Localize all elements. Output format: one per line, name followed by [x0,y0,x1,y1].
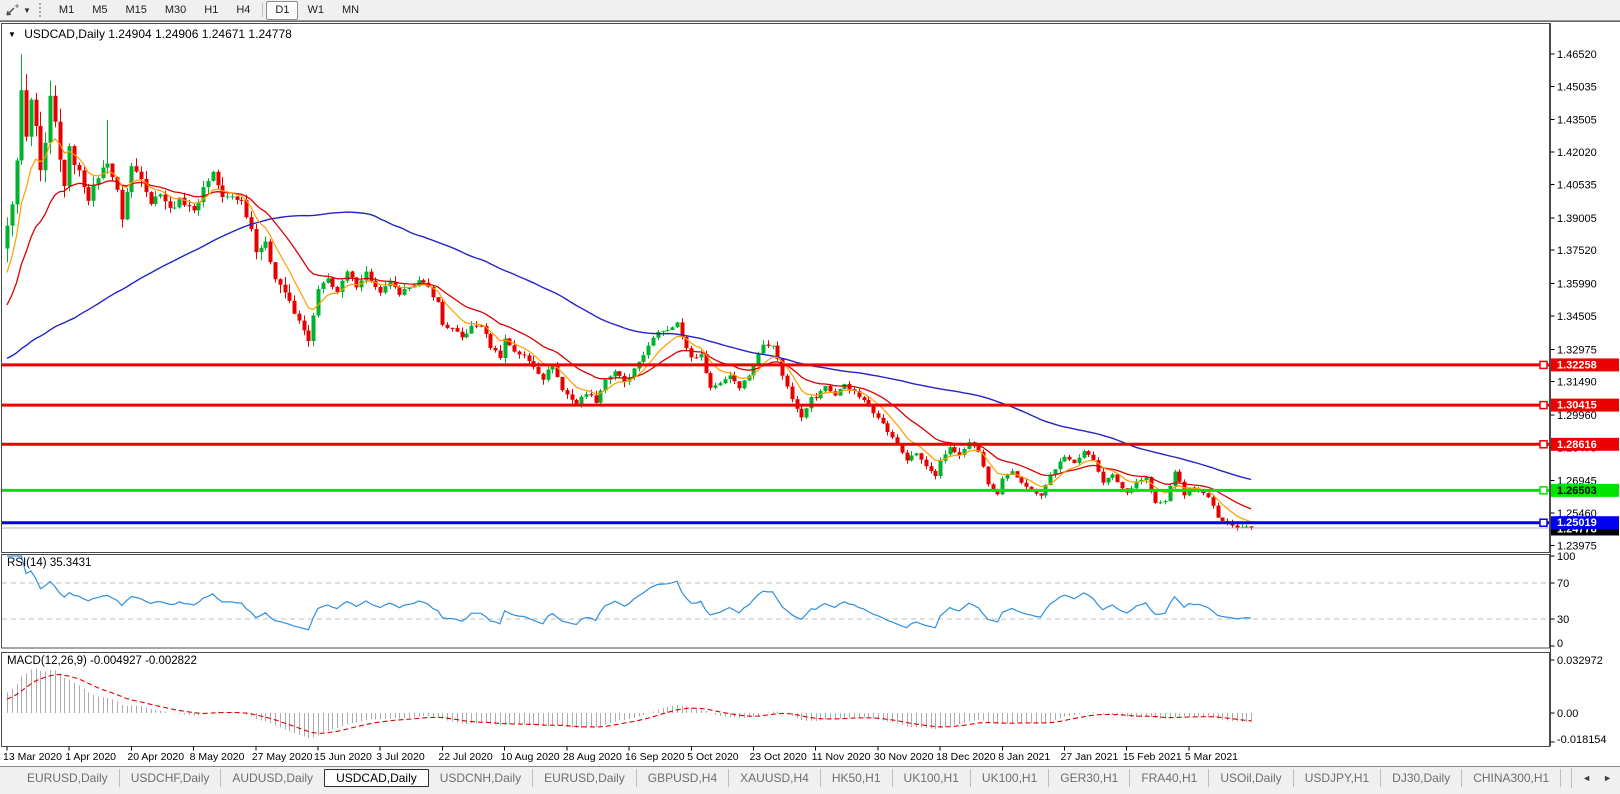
timeframe-button-M15[interactable]: M15 [116,1,155,20]
top-toolbar: ▼ M1M5M15M30H1H4 D1W1MN [0,0,1620,21]
toolbar-grip[interactable] [39,3,44,17]
svg-text:15 Feb 2021: 15 Feb 2021 [1123,751,1182,763]
symbol-tab-USDJPY-H1[interactable]: USDJPY,H1 [1293,769,1380,787]
svg-text:1.30415: 1.30415 [1557,400,1597,412]
symbol-tab-USDCHF-Daily[interactable]: USDCHF,Daily [119,769,221,787]
svg-text:1.26503: 1.26503 [1557,485,1597,497]
chart-symbol-period: USDCAD,Daily [24,27,105,41]
symbol-tab-XAUUSD-H4[interactable]: XAUUSD,H4 [728,769,820,787]
crosshair-tool-icon[interactable] [5,3,21,18]
symbol-tab-AUDUSD-Daily[interactable]: AUDUSD,Daily [220,769,324,787]
status-strip [0,788,1620,794]
svg-text:8 Jan 2021: 8 Jan 2021 [998,751,1050,763]
timeframe-button-W1[interactable]: W1 [298,1,333,20]
svg-text:1.31490: 1.31490 [1557,377,1597,389]
macd-indicator-label: MACD(12,26,9) -0.004927 -0.002822 [7,655,197,667]
svg-text:1.45035: 1.45035 [1557,81,1597,93]
title-marker-icon: ▼ [8,30,16,39]
tab-scroll-left-icon[interactable]: ◄ [1582,773,1591,783]
tab-scroll-controls: ◄ ► [1571,768,1620,788]
timeframe-button-H4[interactable]: H4 [227,1,259,20]
symbol-tab-GBPUSD-H4[interactable]: GBPUSD,H4 [636,769,728,787]
svg-text:1.25019: 1.25019 [1557,517,1597,529]
symbol-tab-UK100-H1[interactable]: UK100,H1 [892,769,970,787]
svg-text:20 Apr 2020: 20 Apr 2020 [127,751,184,763]
svg-text:1.29960: 1.29960 [1557,410,1597,422]
svg-text:-0.018154: -0.018154 [1557,734,1607,746]
date-axis: 13 Mar 20201 Apr 2020 20 Apr 2020 8 May 20… [3,747,1238,764]
svg-text:0.032972: 0.032972 [1557,655,1603,667]
svg-text:10 Aug 2020: 10 Aug 2020 [501,751,560,763]
chevron-down-icon[interactable]: ▼ [23,6,31,15]
symbol-tab-EURUSD-Daily[interactable]: EURUSD,Daily [16,769,119,787]
timeframe-button-MN[interactable]: MN [333,1,368,20]
svg-text:3 Jul 2020: 3 Jul 2020 [376,751,425,763]
svg-text:11 Nov 2020: 11 Nov 2020 [812,751,871,763]
toolbar-separator [262,3,263,17]
symbol-tabbar: EURUSD,DailyUSDCHF,DailyAUDUSD,DailyUSDC… [0,766,1620,788]
svg-text:8 May 2020: 8 May 2020 [190,751,245,763]
svg-text:0: 0 [1557,638,1563,650]
tab-scroll-right-icon[interactable]: ► [1603,773,1612,783]
symbol-tab-UK100-H1[interactable]: UK100,H1 [970,769,1048,787]
svg-text:1.32258: 1.32258 [1557,359,1597,371]
timeframe-button-M30[interactable]: M30 [156,1,195,20]
svg-text:28 Aug 2020: 28 Aug 2020 [563,751,622,763]
svg-text:1.40535: 1.40535 [1557,179,1597,191]
svg-text:1.46520: 1.46520 [1557,49,1597,61]
svg-text:1.34505: 1.34505 [1557,311,1597,323]
symbol-tab-HK50-H1[interactable]: HK50,H1 [820,769,892,787]
symbol-tab-USDCNH-Daily[interactable]: USDCNH,Daily [429,769,532,787]
svg-text:27 May 2020: 27 May 2020 [252,751,313,763]
chart-canvas[interactable]: 1.46520 1.45035 1.43505 1.42020 1.40535 1.390… [0,21,1620,766]
svg-text:100: 100 [1557,551,1575,563]
chart-window: 1.46520 1.45035 1.43505 1.42020 1.40535 1.390… [0,21,1620,766]
svg-text:5 Oct 2020: 5 Oct 2020 [687,751,739,763]
svg-text:30: 30 [1557,614,1569,626]
svg-text:1 Apr 2020: 1 Apr 2020 [65,751,116,763]
symbol-tabs: EURUSD,DailyUSDCHF,DailyAUDUSD,DailyUSDC… [16,769,1618,787]
svg-text:70: 70 [1557,578,1569,590]
price-axis: 1.46520 1.45035 1.43505 1.42020 1.40535 1.390… [1551,49,1597,552]
svg-text:27 Jan 2021: 27 Jan 2021 [1060,751,1118,763]
symbol-tab-USDCAD-Daily[interactable]: USDCAD,Daily [324,769,429,787]
rsi-indicator-label: RSI(14) 35.3431 [7,557,91,569]
timeframe-button-M5[interactable]: M5 [83,1,116,20]
timeframe-button-M1[interactable]: M1 [50,1,83,20]
chart-ohlc-quotes: 1.24904 1.24906 1.24671 1.24778 [108,27,292,41]
symbol-tab-DJ30-Daily[interactable]: DJ30,Daily [1380,769,1461,787]
timeframe-button-group: M1M5M15M30H1H4 D1W1MN [50,1,368,20]
svg-text:16 Sep 2020: 16 Sep 2020 [625,751,685,763]
svg-text:1.32975: 1.32975 [1557,344,1597,356]
svg-text:30 Nov 2020: 30 Nov 2020 [874,751,934,763]
svg-text:1.35990: 1.35990 [1557,279,1597,291]
svg-text:13 Mar 2020: 13 Mar 2020 [3,751,62,763]
timeframe-button-D1[interactable]: D1 [266,1,298,20]
svg-text:5 Mar 2021: 5 Mar 2021 [1185,751,1238,763]
svg-text:15 Jun 2020: 15 Jun 2020 [314,751,372,763]
symbol-tab-CHINA300-H1[interactable]: CHINA300,H1 [1461,769,1560,787]
symbol-tab-USOil-Daily[interactable]: USOil,Daily [1208,769,1292,787]
svg-text:23 Oct 2020: 23 Oct 2020 [749,751,806,763]
timeframe-button-H1[interactable]: H1 [195,1,227,20]
chart-title: ▼ USDCAD,Daily 1.24904 1.24906 1.24671 1… [8,27,292,41]
svg-text:22 Jul 2020: 22 Jul 2020 [438,751,492,763]
svg-text:18 Dec 2020: 18 Dec 2020 [936,751,996,763]
svg-text:1.43505: 1.43505 [1557,115,1597,127]
symbol-tab-FRA40-H1[interactable]: FRA40,H1 [1129,769,1208,787]
svg-text:1.28616: 1.28616 [1557,439,1597,451]
svg-text:1.42020: 1.42020 [1557,147,1597,159]
svg-text:0.00: 0.00 [1557,708,1578,720]
macd-axis: 0.032972 0.00 -0.018154 [1551,655,1607,746]
symbol-tab-GER30-H1[interactable]: GER30,H1 [1048,769,1129,787]
svg-text:1.37520: 1.37520 [1557,245,1597,257]
symbol-tab-EURUSD-Daily[interactable]: EURUSD,Daily [532,769,636,787]
svg-text:1.39005: 1.39005 [1557,213,1597,225]
